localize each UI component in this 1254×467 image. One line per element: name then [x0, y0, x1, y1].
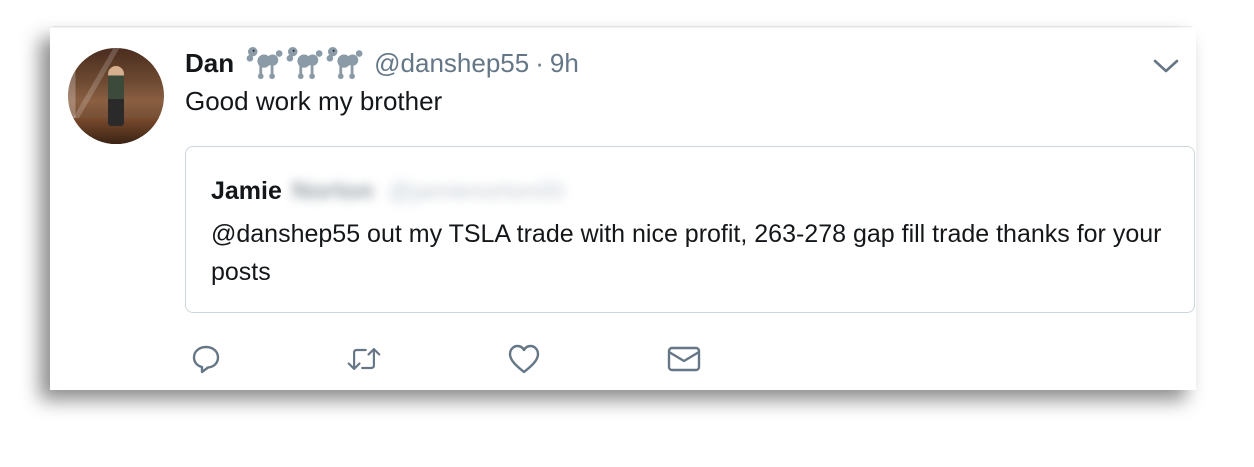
name-emoji-group [246, 46, 364, 80]
like-button[interactable] [506, 342, 542, 376]
tweet-timestamp[interactable]: 9h [550, 48, 579, 79]
avatar-person [108, 66, 124, 126]
heart-icon [508, 344, 540, 374]
tweet-header: Dan @danshep55 · 9h [185, 45, 579, 81]
retweet-button[interactable] [346, 342, 382, 376]
retweet-icon [347, 348, 381, 370]
envelope-icon [667, 346, 701, 372]
quoted-tweet-text: @danshep55 out my TSLA trade with nice p… [211, 220, 1162, 286]
more-options-button[interactable] [1152, 54, 1180, 78]
tweet-text: Good work my brother [185, 86, 443, 116]
tweet-actions [188, 342, 748, 376]
poodle-icon [286, 46, 323, 80]
user-handle[interactable]: @danshep55 [374, 48, 529, 79]
poodle-icon [326, 46, 363, 80]
screenshot-canvas: Dan @danshep55 · 9h Good work my brother… [0, 0, 1254, 467]
quoted-display-name: Jamie [211, 177, 282, 205]
tweet-card[interactable]: Dan @danshep55 · 9h Good work my brother… [50, 28, 1196, 390]
poodle-icon [246, 46, 283, 80]
meta-separator: · [535, 47, 544, 78]
avatar[interactable] [68, 48, 164, 144]
chevron-down-icon [1153, 59, 1179, 73]
reply-button[interactable] [188, 342, 224, 376]
quoted-tweet-card[interactable]: Jamie Norton @jamienorton00 @danshep55 o… [185, 146, 1195, 313]
blurred-handle: @jamienorton00 [387, 177, 565, 205]
direct-message-button[interactable] [666, 342, 702, 376]
quoted-tweet-header: Jamie Norton @jamienorton00 [211, 177, 564, 206]
blurred-surname: Norton [291, 177, 374, 205]
top-divider [52, 26, 1192, 27]
display-name[interactable]: Dan [185, 48, 234, 79]
reply-icon [192, 345, 220, 374]
